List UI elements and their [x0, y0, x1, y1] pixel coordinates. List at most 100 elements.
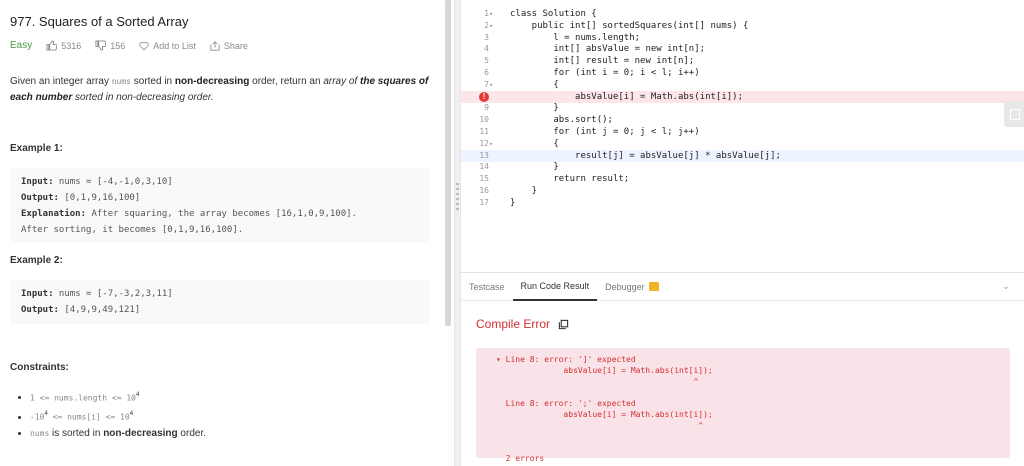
code-line[interactable]: 16 }: [461, 185, 1024, 197]
code-text: public int[] sortedSquares(int[] nums) {: [510, 20, 749, 31]
desc-italic: sorted in non-decreasing order.: [72, 92, 214, 103]
share-button[interactable]: Share: [210, 41, 248, 51]
editor-side-button[interactable]: [1004, 101, 1024, 127]
code-line[interactable]: 1 ▾ class Solution {: [461, 8, 1024, 20]
code-text: return result;: [510, 174, 630, 185]
input-label: Input:: [21, 177, 54, 187]
line-number: 17: [479, 197, 489, 207]
code-line[interactable]: 9 }: [461, 102, 1024, 114]
line-number: 3: [484, 32, 489, 42]
line-number: 1: [484, 9, 489, 18]
code-line[interactable]: 10 abs.sort();: [461, 114, 1024, 126]
problem-meta: Easy 5316 156 Add to List Share: [10, 40, 262, 51]
code-text: l = nums.length;: [510, 32, 641, 43]
example-1-box: Input: nums = [-4,-1,0,3,10] Output: [0,…: [10, 168, 430, 243]
constraint-code: 1 <= nums.length <= 10: [30, 393, 136, 403]
constraint-code: nums: [30, 428, 50, 438]
code-line[interactable]: 4 int[] absValue = new int[n];: [461, 43, 1024, 55]
fold-arrow-icon[interactable]: ▾: [489, 8, 499, 20]
error-marker-icon[interactable]: !: [479, 91, 489, 102]
chevron-down-icon[interactable]: ⌄: [1002, 281, 1010, 292]
code-line[interactable]: 15 return result;: [461, 173, 1024, 185]
line-number: 13: [479, 150, 489, 160]
constraints-list: 1 <= nums.length <= 104 -104 <= nums[i] …: [30, 387, 206, 442]
tab-debugger[interactable]: Debugger: [597, 273, 667, 301]
lock-icon: [648, 282, 659, 291]
compile-error-title: Compile Error: [476, 317, 569, 331]
line-number: 11: [479, 127, 489, 136]
code-text: abs.sort();: [510, 115, 613, 126]
code-text: }: [510, 103, 559, 114]
like-button[interactable]: 5316: [46, 40, 81, 51]
constraint-code: -10: [30, 412, 45, 422]
code-text: {: [510, 79, 559, 90]
tab-run-code-result[interactable]: Run Code Result: [512, 273, 598, 301]
line-number: 14: [479, 162, 489, 172]
fold-arrow-icon[interactable]: ▾: [489, 79, 499, 91]
output-label: Output:: [21, 193, 59, 203]
difficulty-badge: Easy: [10, 40, 33, 51]
desc-code: nums: [111, 77, 131, 86]
input-label: Input:: [21, 289, 54, 299]
line-number: 12: [479, 138, 489, 148]
constraint-code: <= nums[i] <= 10: [47, 412, 130, 422]
code-line[interactable]: 2 ▾ public int[] sortedSquares(int[] nums…: [461, 20, 1024, 32]
code-text: result[j] = absValue[j] * absValue[j];: [510, 150, 781, 161]
add-to-list-button[interactable]: Add to List: [139, 41, 196, 51]
code-text: int[] result = new int[n];: [510, 56, 695, 67]
explanation-value: After squaring, the array becomes [16,1,…: [86, 209, 357, 219]
dislike-count: 156: [110, 40, 126, 51]
code-line[interactable]: 13 result[j] = absValue[j] * absValue[j]…: [461, 149, 1024, 162]
code-text: }: [510, 162, 559, 173]
code-text: }: [510, 197, 516, 208]
desc-text: sorted in: [130, 76, 175, 87]
output-label: Output:: [21, 305, 59, 315]
desc-text: Given an integer array: [10, 76, 112, 87]
code-line[interactable]: 17}: [461, 197, 1024, 209]
line-number: 9: [484, 103, 489, 113]
code-text: absValue[i] = Math.abs(int[i]);: [510, 91, 743, 102]
heart-icon: [139, 41, 149, 50]
tab-testcase[interactable]: Testcase: [461, 273, 513, 301]
constraint-text: order.: [177, 427, 207, 439]
copy-icon[interactable]: [558, 319, 569, 330]
example-2-box: Input: nums = [-7,-3,2,3,11] Output: [4,…: [10, 280, 430, 324]
line-number: 16: [479, 186, 489, 195]
tab-label: Testcase: [469, 281, 505, 292]
line-number: 10: [479, 115, 489, 125]
problem-description: Given an integer array nums sorted in no…: [10, 74, 430, 106]
thumbs-up-icon: [46, 40, 58, 51]
code-line[interactable]: 11 for (int j = 0; j < l; j++): [461, 126, 1024, 138]
constraint-item: 1 <= nums.length <= 104: [30, 387, 206, 406]
problem-panel: 977. Squares of a Sorted Array Easy 5316…: [0, 0, 450, 466]
constraint-item: nums is sorted in non-decreasing order.: [30, 426, 206, 442]
line-number: 7: [484, 79, 489, 89]
example-1-explanation: Explanation: After squaring, the array b…: [21, 206, 419, 222]
code-line[interactable]: 5 int[] result = new int[n];: [461, 55, 1024, 67]
line-number: 4: [484, 44, 489, 54]
code-editor[interactable]: 1 ▾ class Solution {2 ▾ public int[] sorted…: [461, 0, 1024, 272]
problem-title: 977. Squares of a Sorted Array: [10, 14, 189, 29]
input-value: nums = [-4,-1,0,3,10]: [53, 177, 173, 187]
constraint-sup: 4: [129, 411, 134, 418]
code-text: {: [510, 138, 559, 149]
constraint-text: is sorted in: [49, 427, 104, 439]
error-output: ▾ Line 8: error: ']' expected absValue[i…: [476, 348, 1010, 463]
code-line[interactable]: 3 l = nums.length;: [461, 32, 1024, 44]
code-line-error[interactable]: ! absValue[i] = Math.abs(int[i]);: [461, 90, 1024, 103]
example-1-output: Output: [0,1,9,16,100]: [21, 190, 419, 206]
code-text: }: [510, 186, 538, 196]
dislike-button[interactable]: 156: [95, 40, 125, 51]
constraint-sup: 4: [135, 392, 140, 398]
code-line[interactable]: 14 }: [461, 161, 1024, 173]
code-line[interactable]: 6 for (int i = 0; i < l; i++): [461, 67, 1024, 79]
problem-scrollbar[interactable]: [445, 0, 451, 326]
fold-arrow-icon[interactable]: ▾: [489, 20, 499, 32]
share-label: Share: [223, 40, 248, 51]
code-line[interactable]: 7 ▾ {: [461, 79, 1024, 91]
fold-arrow-icon[interactable]: ▾: [489, 138, 499, 150]
explanation-label: Explanation:: [21, 209, 87, 219]
code-line[interactable]: 12 ▾ {: [461, 138, 1024, 150]
pane-resizer[interactable]: [454, 0, 461, 466]
output-value: [4,9,9,49,121]: [58, 305, 141, 315]
